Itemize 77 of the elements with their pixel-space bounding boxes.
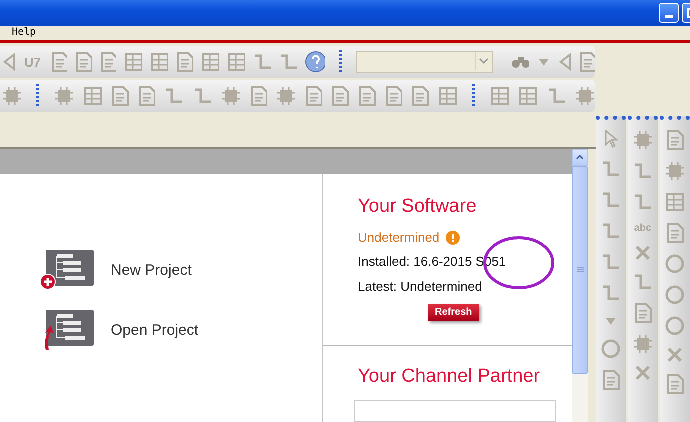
start-link[interactable]: Open Project (111, 322, 199, 338)
new-project-icon[interactable] (40, 250, 94, 290)
pointer-icon[interactable] (604, 130, 618, 148)
document-icon[interactable] (250, 86, 268, 106)
document-icon[interactable] (358, 86, 376, 106)
cross-icon[interactable] (667, 347, 683, 363)
chip-icon[interactable] (2, 86, 22, 106)
grip-icon[interactable] (576, 267, 584, 273)
caret-icon[interactable] (478, 58, 489, 64)
wire-icon[interactable] (601, 190, 621, 210)
chip-icon[interactable] (633, 130, 653, 150)
chip-icon[interactable] (276, 86, 296, 106)
document-icon[interactable] (50, 52, 68, 72)
document-icon[interactable] (411, 86, 429, 106)
refresh-button[interactable]: Refresh (428, 304, 480, 321)
wire-icon[interactable] (192, 86, 212, 106)
document-icon[interactable] (75, 52, 92, 72)
chip-icon[interactable] (575, 86, 595, 106)
grid-icon[interactable] (82, 86, 102, 106)
grid-icon[interactable] (124, 52, 142, 72)
wire-icon[interactable] (601, 283, 621, 303)
document-icon[interactable] (666, 223, 684, 243)
minimize-icon (665, 15, 673, 18)
binoculars-icon[interactable] (510, 54, 530, 70)
document-icon[interactable] (111, 86, 129, 106)
document-icon[interactable] (666, 130, 684, 150)
chip-icon[interactable] (665, 161, 685, 181)
section-title: Your Channel Partner (358, 366, 542, 388)
circle-icon[interactable] (601, 339, 621, 359)
wire-icon[interactable] (633, 272, 653, 292)
grid-icon[interactable] (490, 86, 510, 106)
document-icon[interactable] (304, 86, 322, 106)
document-icon[interactable] (634, 303, 652, 323)
start-link[interactable]: New Project (111, 262, 192, 278)
minimize-button[interactable] (659, 3, 679, 23)
grid-icon[interactable] (438, 86, 458, 106)
wire-icon[interactable] (601, 221, 621, 241)
arrow-icon[interactable] (2, 53, 15, 71)
scrollbar[interactable] (572, 149, 588, 422)
status-text: Undetermined (358, 230, 440, 245)
grid-icon[interactable] (518, 86, 538, 106)
document-icon[interactable] (138, 86, 156, 106)
menu-item[interactable]: Help (12, 27, 36, 38)
document-icon[interactable] (331, 86, 349, 106)
circle-icon[interactable] (665, 285, 685, 305)
wire-icon[interactable] (633, 161, 653, 181)
document-icon[interactable] (384, 86, 402, 106)
wire-icon[interactable] (546, 86, 566, 106)
cross-icon[interactable] (635, 245, 651, 261)
help-icon[interactable] (305, 51, 326, 73)
section-title: Your Software (358, 196, 478, 218)
wire-icon[interactable] (633, 192, 653, 212)
circle-icon[interactable] (665, 254, 685, 274)
wire-icon[interactable] (601, 252, 621, 272)
arrow-icon[interactable] (558, 53, 571, 71)
circle-icon[interactable] (665, 316, 685, 336)
grid-icon[interactable] (200, 52, 219, 72)
document-icon[interactable] (602, 370, 620, 390)
wire-icon[interactable] (253, 52, 272, 72)
document-icon[interactable] (578, 52, 595, 72)
document-icon[interactable] (176, 52, 193, 72)
latest-version: Latest: Undetermined (358, 279, 484, 294)
wire-icon[interactable] (164, 86, 184, 106)
grid-icon[interactable] (150, 52, 168, 72)
chip-icon[interactable] (221, 86, 241, 106)
grid-icon[interactable] (665, 192, 685, 212)
wire-icon[interactable] (279, 52, 298, 72)
grid-icon[interactable] (226, 52, 246, 72)
toolbar-dropdown[interactable] (356, 51, 493, 73)
chip-icon[interactable] (54, 86, 74, 106)
scroll-up-icon[interactable] (576, 155, 584, 160)
document-icon[interactable] (666, 374, 684, 394)
chip-icon[interactable] (633, 334, 653, 354)
wire-icon[interactable] (601, 159, 621, 179)
cross-icon[interactable] (635, 365, 651, 381)
warning-icon (446, 230, 460, 244)
document-icon[interactable] (100, 52, 116, 72)
